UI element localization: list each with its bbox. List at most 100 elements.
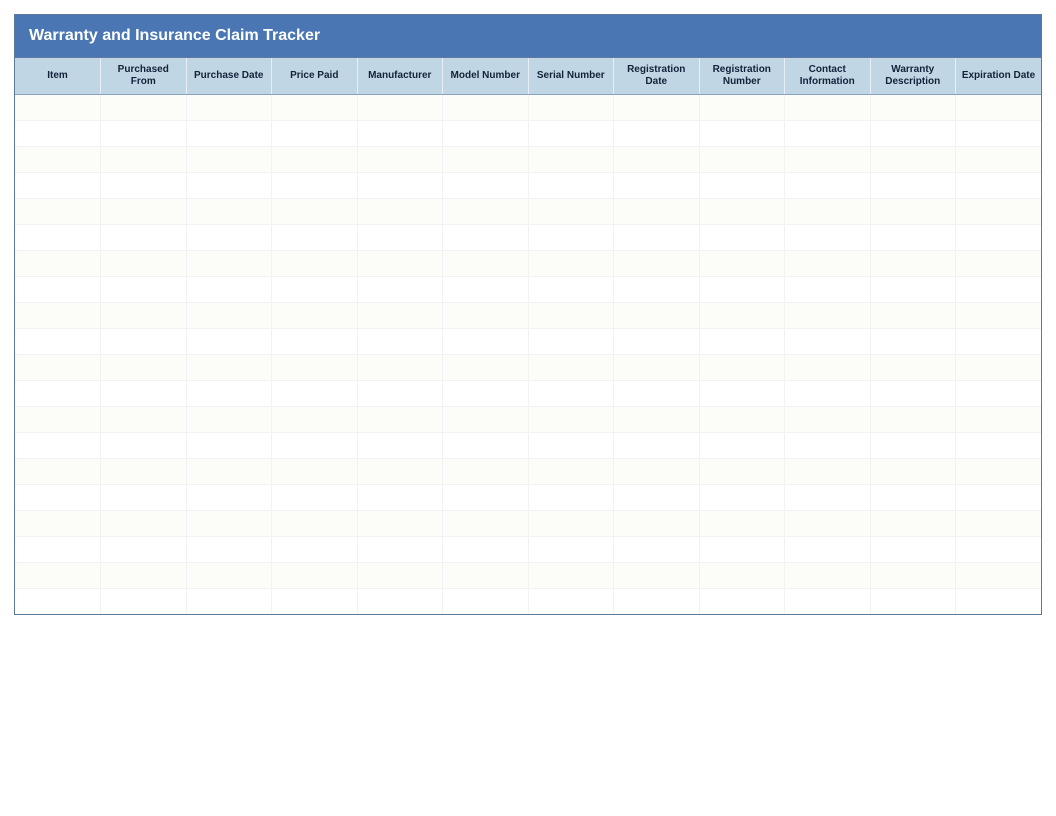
table-cell[interactable]	[272, 433, 358, 459]
table-cell[interactable]	[699, 407, 785, 433]
table-cell[interactable]	[614, 277, 700, 303]
table-cell[interactable]	[443, 251, 529, 277]
table-cell[interactable]	[15, 485, 101, 511]
table-cell[interactable]	[186, 381, 272, 407]
table-cell[interactable]	[699, 121, 785, 147]
table-cell[interactable]	[186, 485, 272, 511]
table-cell[interactable]	[785, 381, 871, 407]
table-cell[interactable]	[870, 147, 956, 173]
table-cell[interactable]	[614, 407, 700, 433]
table-cell[interactable]	[15, 225, 101, 251]
table-cell[interactable]	[101, 225, 187, 251]
table-cell[interactable]	[785, 589, 871, 615]
table-cell[interactable]	[956, 303, 1042, 329]
table-cell[interactable]	[15, 563, 101, 589]
table-cell[interactable]	[785, 563, 871, 589]
table-cell[interactable]	[785, 433, 871, 459]
table-cell[interactable]	[272, 303, 358, 329]
table-cell[interactable]	[870, 277, 956, 303]
table-cell[interactable]	[101, 381, 187, 407]
table-cell[interactable]	[272, 199, 358, 225]
table-cell[interactable]	[15, 407, 101, 433]
table-cell[interactable]	[870, 537, 956, 563]
table-cell[interactable]	[614, 433, 700, 459]
table-cell[interactable]	[357, 251, 443, 277]
table-cell[interactable]	[186, 251, 272, 277]
table-cell[interactable]	[443, 381, 529, 407]
table-cell[interactable]	[186, 537, 272, 563]
table-cell[interactable]	[870, 459, 956, 485]
table-cell[interactable]	[15, 121, 101, 147]
table-cell[interactable]	[528, 407, 614, 433]
table-cell[interactable]	[785, 511, 871, 537]
table-cell[interactable]	[357, 147, 443, 173]
table-cell[interactable]	[870, 433, 956, 459]
table-cell[interactable]	[785, 225, 871, 251]
table-cell[interactable]	[272, 329, 358, 355]
table-cell[interactable]	[443, 329, 529, 355]
table-cell[interactable]	[785, 329, 871, 355]
table-cell[interactable]	[614, 589, 700, 615]
table-cell[interactable]	[614, 381, 700, 407]
table-cell[interactable]	[186, 173, 272, 199]
table-cell[interactable]	[101, 147, 187, 173]
table-cell[interactable]	[15, 329, 101, 355]
table-cell[interactable]	[785, 485, 871, 511]
table-cell[interactable]	[443, 407, 529, 433]
table-cell[interactable]	[101, 277, 187, 303]
table-cell[interactable]	[443, 589, 529, 615]
table-cell[interactable]	[870, 173, 956, 199]
table-cell[interactable]	[101, 589, 187, 615]
table-cell[interactable]	[870, 381, 956, 407]
table-cell[interactable]	[443, 511, 529, 537]
table-cell[interactable]	[870, 251, 956, 277]
table-cell[interactable]	[272, 95, 358, 121]
table-cell[interactable]	[443, 225, 529, 251]
table-cell[interactable]	[956, 589, 1042, 615]
table-cell[interactable]	[101, 329, 187, 355]
table-cell[interactable]	[785, 251, 871, 277]
table-cell[interactable]	[956, 355, 1042, 381]
table-cell[interactable]	[101, 485, 187, 511]
table-cell[interactable]	[357, 485, 443, 511]
table-cell[interactable]	[357, 121, 443, 147]
table-cell[interactable]	[699, 589, 785, 615]
table-cell[interactable]	[699, 433, 785, 459]
table-cell[interactable]	[528, 329, 614, 355]
table-cell[interactable]	[785, 459, 871, 485]
table-cell[interactable]	[699, 173, 785, 199]
table-cell[interactable]	[443, 485, 529, 511]
table-cell[interactable]	[186, 277, 272, 303]
table-cell[interactable]	[956, 485, 1042, 511]
table-cell[interactable]	[785, 199, 871, 225]
table-cell[interactable]	[272, 251, 358, 277]
table-cell[interactable]	[101, 303, 187, 329]
table-cell[interactable]	[443, 433, 529, 459]
table-cell[interactable]	[272, 563, 358, 589]
table-cell[interactable]	[956, 95, 1042, 121]
table-cell[interactable]	[186, 303, 272, 329]
table-cell[interactable]	[357, 95, 443, 121]
table-cell[interactable]	[528, 147, 614, 173]
table-cell[interactable]	[614, 511, 700, 537]
table-cell[interactable]	[956, 459, 1042, 485]
table-cell[interactable]	[357, 459, 443, 485]
table-cell[interactable]	[15, 251, 101, 277]
table-cell[interactable]	[956, 329, 1042, 355]
table-cell[interactable]	[699, 277, 785, 303]
table-cell[interactable]	[699, 251, 785, 277]
table-cell[interactable]	[699, 147, 785, 173]
table-cell[interactable]	[870, 563, 956, 589]
table-cell[interactable]	[186, 121, 272, 147]
table-cell[interactable]	[528, 537, 614, 563]
table-cell[interactable]	[614, 329, 700, 355]
table-cell[interactable]	[186, 433, 272, 459]
table-cell[interactable]	[15, 589, 101, 615]
table-cell[interactable]	[186, 589, 272, 615]
table-cell[interactable]	[870, 511, 956, 537]
table-cell[interactable]	[699, 303, 785, 329]
table-cell[interactable]	[101, 537, 187, 563]
table-cell[interactable]	[443, 173, 529, 199]
table-cell[interactable]	[870, 95, 956, 121]
table-cell[interactable]	[15, 173, 101, 199]
